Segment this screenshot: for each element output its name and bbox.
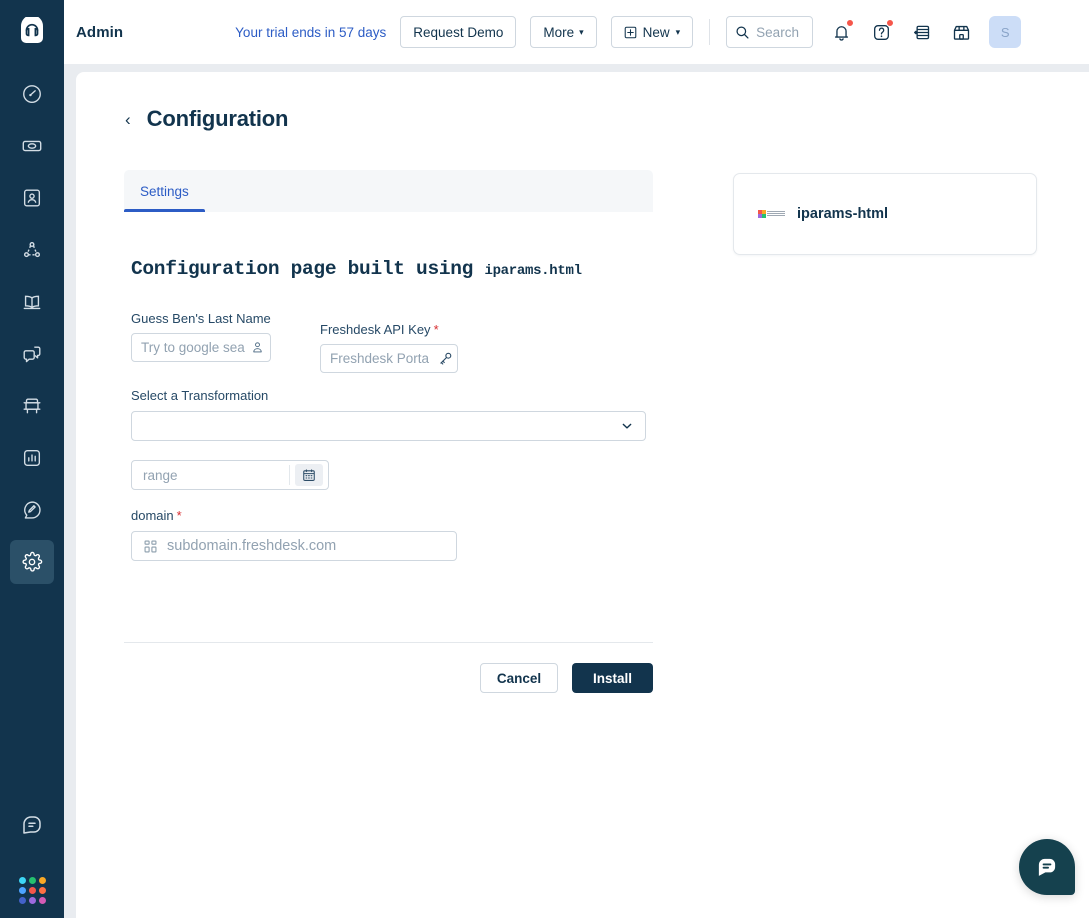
user-avatar[interactable]: S	[989, 16, 1022, 48]
marketplace-storefront-icon	[953, 25, 969, 40]
request-demo-button[interactable]: Request Demo	[400, 16, 517, 48]
search-icon	[736, 25, 749, 39]
academy-button[interactable]	[909, 20, 933, 44]
search-input[interactable]: Search	[726, 16, 814, 48]
gear-icon	[22, 551, 43, 572]
guess-name-input[interactable]: Try to google sea	[131, 333, 271, 362]
range-placeholder: range	[143, 467, 178, 483]
notification-badge	[846, 19, 855, 27]
key-icon	[440, 352, 452, 365]
grid-squares-icon	[144, 540, 157, 552]
app-info-card[interactable]: iparams-html	[733, 173, 1037, 255]
page-title: Configuration	[146, 106, 289, 131]
sidebar-item-dashboard[interactable]	[10, 72, 54, 116]
required-asterisk: *	[176, 508, 182, 523]
new-button[interactable]: New ▾	[610, 16, 694, 48]
search-placeholder: Search	[756, 24, 799, 40]
transformation-field-group: Select a Transformation	[131, 386, 653, 441]
left-sidebar	[0, 0, 64, 918]
ticket-icon	[22, 140, 42, 152]
range-field-group: range	[131, 460, 653, 490]
form-row-1: Guess Ben's Last Name Try to google sea …	[124, 309, 653, 375]
guess-name-label: Guess Ben's Last Name	[131, 311, 271, 326]
chevron-down-icon: ▾	[579, 26, 584, 37]
page-header: ‹ Configuration	[125, 106, 288, 132]
help-badge	[886, 19, 895, 27]
trial-status-link[interactable]: Your trial ends in 57 days	[235, 25, 386, 40]
configuration-form: Configuration page built using iparams.h…	[124, 212, 653, 561]
freshdesk-logo[interactable]	[0, 0, 64, 64]
sidebar-item-messaging[interactable]	[10, 803, 54, 847]
brand-title: Admin	[76, 23, 124, 41]
sidebar-item-contacts[interactable]	[10, 176, 54, 220]
chat-widget-button[interactable]	[1019, 839, 1075, 895]
sidebar-item-feedback[interactable]	[10, 488, 54, 532]
bar-chart-icon	[23, 449, 41, 467]
sidebar-item-admin[interactable]	[10, 540, 54, 584]
calendar-icon	[303, 469, 315, 481]
app-switcher-grid-icon[interactable]	[18, 877, 46, 904]
install-button[interactable]: Install	[572, 663, 653, 693]
top-navigation-bar: Admin Your trial ends in 57 days Request…	[64, 0, 1089, 64]
chevron-down-icon	[622, 423, 632, 429]
guess-name-placeholder: Try to google sea	[141, 340, 245, 355]
more-menu-button[interactable]: More ▾	[530, 16, 597, 48]
calendar-button[interactable]	[295, 464, 323, 486]
marketplace-button[interactable]	[949, 20, 973, 44]
domain-field-group: domain * subdomain.freshdesk.com	[131, 506, 653, 561]
range-separator	[289, 465, 290, 485]
cancel-button[interactable]: Cancel	[480, 663, 558, 693]
app-name: iparams-html	[797, 206, 889, 222]
form-heading-main: Configuration page built using	[131, 258, 485, 280]
form-heading-filename: iparams.html	[484, 263, 582, 279]
guess-name-field-group: Guess Ben's Last Name Try to google sea	[131, 309, 271, 362]
transformation-label: Select a Transformation	[131, 388, 269, 403]
notifications-button[interactable]	[829, 19, 855, 44]
new-label: New	[642, 24, 670, 40]
chevron-left-icon[interactable]: ‹	[125, 111, 131, 128]
gauge-icon	[23, 85, 41, 103]
domain-label: domain *	[131, 506, 653, 526]
person-icon	[253, 342, 262, 353]
open-book-icon	[23, 295, 41, 310]
sidebar-item-academy[interactable]	[10, 384, 54, 428]
range-date-input[interactable]: range	[131, 460, 329, 490]
sidebar-item-tickets[interactable]	[10, 124, 54, 168]
messaging-icon	[23, 816, 41, 834]
academy-icon	[913, 25, 929, 39]
help-button[interactable]	[869, 19, 895, 44]
domain-placeholder: subdomain.freshdesk.com	[167, 538, 337, 554]
chevron-down-icon: ▾	[675, 26, 681, 37]
tab-settings[interactable]: Settings	[124, 170, 205, 212]
required-asterisk: *	[433, 322, 439, 337]
api-key-field-group: Freshdesk API Key * Freshdesk Porta	[320, 320, 458, 373]
transformation-select[interactable]	[131, 411, 646, 441]
sidebar-item-analytics[interactable]	[10, 436, 54, 480]
chat-message-icon	[1038, 858, 1056, 876]
academy-desk-icon	[23, 398, 41, 414]
api-key-label-text: Freshdesk API Key	[320, 322, 431, 337]
api-key-label: Freshdesk API Key *	[320, 320, 458, 340]
headset-logo-icon	[21, 17, 43, 43]
sidebar-item-social[interactable]	[10, 228, 54, 272]
domain-input[interactable]: subdomain.freshdesk.com	[131, 531, 457, 561]
tab-bar: Settings	[124, 170, 653, 212]
form-divider	[124, 642, 653, 643]
toolbar-divider	[709, 19, 711, 45]
contact-card-icon	[23, 189, 41, 207]
api-key-input[interactable]: Freshdesk Porta	[320, 344, 458, 373]
feedback-pencil-icon	[24, 501, 41, 519]
sidebar-item-solutions[interactable]	[10, 280, 54, 324]
sidebar-item-forums[interactable]	[10, 332, 54, 376]
chat-bubbles-icon	[23, 346, 41, 363]
plus-square-icon	[624, 26, 636, 38]
network-nodes-icon	[23, 241, 41, 258]
more-label: More	[543, 24, 575, 40]
freshworks-app-logo-icon	[758, 207, 786, 221]
form-actions: Cancel Install	[124, 663, 653, 693]
api-key-placeholder: Freshdesk Porta	[330, 351, 430, 366]
sidebar-bottom-group	[10, 795, 54, 918]
domain-label-text: domain	[131, 508, 174, 523]
form-heading: Configuration page built using iparams.h…	[131, 258, 653, 280]
